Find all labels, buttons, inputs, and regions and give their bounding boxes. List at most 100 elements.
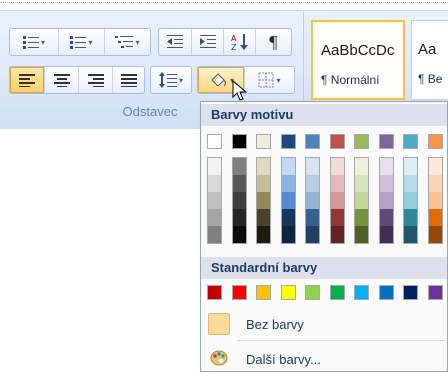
theme-shade-swatch[interactable] — [282, 175, 295, 192]
theme-shade-swatch[interactable] — [429, 175, 442, 192]
theme-shade-swatch[interactable] — [380, 175, 393, 192]
style-sample: Aa — [418, 41, 437, 58]
chevron-down-icon[interactable]: ▾ — [179, 76, 183, 85]
theme-color-swatch[interactable] — [207, 134, 222, 149]
theme-color-swatch[interactable] — [428, 134, 443, 149]
style-no-spacing[interactable]: Aa ¶ Be — [411, 20, 448, 100]
theme-shade-swatch[interactable] — [282, 209, 295, 226]
theme-shade-swatch[interactable] — [306, 175, 319, 192]
theme-color-swatch[interactable] — [330, 134, 345, 149]
numbering-button[interactable]: ▾ — [58, 29, 104, 55]
theme-shade-swatch[interactable] — [355, 158, 368, 175]
line-spacing-icon — [158, 72, 177, 88]
theme-shade-swatch[interactable] — [233, 226, 246, 243]
theme-shade-swatch[interactable] — [355, 175, 368, 192]
standard-color-swatch[interactable] — [305, 285, 320, 300]
more-colors-item[interactable]: Další barvy... — [202, 344, 447, 372]
theme-color-swatch[interactable] — [379, 134, 394, 149]
standard-color-swatch[interactable] — [354, 285, 369, 300]
theme-shade-swatch[interactable] — [355, 209, 368, 226]
theme-color-swatch[interactable] — [403, 134, 418, 149]
theme-shade-swatch[interactable] — [282, 226, 295, 243]
theme-shade-swatch[interactable] — [380, 209, 393, 226]
no-color-item[interactable]: Bez barvy — [202, 310, 447, 338]
theme-shade-swatch[interactable] — [331, 226, 344, 243]
theme-shade-swatch[interactable] — [257, 209, 270, 226]
borders-button[interactable]: ▾ — [244, 67, 294, 93]
standard-color-swatch[interactable] — [256, 285, 271, 300]
theme-shade-swatch[interactable] — [404, 175, 417, 192]
theme-shade-swatch[interactable] — [282, 158, 295, 175]
theme-shade-swatch[interactable] — [380, 226, 393, 243]
theme-shade-swatch[interactable] — [233, 158, 246, 175]
theme-color-swatch[interactable] — [354, 134, 369, 149]
theme-shade-swatch[interactable] — [306, 209, 319, 226]
bullets-button[interactable]: ▾ — [10, 29, 58, 55]
theme-shade-column — [207, 157, 222, 244]
theme-shade-swatch[interactable] — [306, 158, 319, 175]
decrease-indent-button[interactable] — [159, 29, 191, 55]
theme-shade-swatch[interactable] — [331, 158, 344, 175]
chevron-down-icon[interactable]: ▾ — [41, 38, 45, 47]
theme-color-swatch[interactable] — [232, 134, 247, 149]
theme-shade-swatch[interactable] — [404, 209, 417, 226]
theme-shade-swatch[interactable] — [429, 158, 442, 175]
line-spacing-button[interactable]: ▾ — [151, 67, 191, 93]
theme-shade-swatch[interactable] — [208, 175, 221, 192]
theme-shade-swatch[interactable] — [380, 192, 393, 209]
style-sample: AaBbCcDc — [321, 42, 395, 59]
theme-shade-swatch[interactable] — [257, 158, 270, 175]
increase-indent-button[interactable] — [191, 29, 223, 55]
theme-shade-swatch[interactable] — [429, 192, 442, 209]
style-normal[interactable]: AaBbCcDc ¶ Normální — [311, 20, 405, 100]
theme-shade-swatch[interactable] — [233, 175, 246, 192]
theme-shade-swatch[interactable] — [331, 209, 344, 226]
theme-shade-swatch[interactable] — [355, 226, 368, 243]
borders-icon — [258, 72, 274, 88]
theme-shade-swatch[interactable] — [404, 226, 417, 243]
theme-shade-swatch[interactable] — [429, 209, 442, 226]
standard-color-swatch[interactable] — [207, 285, 222, 300]
style-name: ¶ Be — [418, 72, 443, 86]
numbering-icon — [70, 36, 87, 49]
theme-shade-swatch[interactable] — [429, 226, 442, 243]
align-center-button[interactable] — [44, 67, 78, 93]
theme-shade-swatch[interactable] — [257, 192, 270, 209]
theme-shade-swatch[interactable] — [404, 192, 417, 209]
theme-shade-swatch[interactable] — [257, 226, 270, 243]
theme-shade-swatch[interactable] — [208, 209, 221, 226]
standard-color-swatch[interactable] — [232, 285, 247, 300]
theme-color-swatch[interactable] — [305, 134, 320, 149]
theme-shade-swatch[interactable] — [404, 158, 417, 175]
theme-color-swatch[interactable] — [256, 134, 271, 149]
theme-shade-swatch[interactable] — [306, 226, 319, 243]
sort-button[interactable]: AZ — [223, 29, 255, 55]
theme-shade-swatch[interactable] — [331, 192, 344, 209]
theme-shade-swatch[interactable] — [306, 192, 319, 209]
multilevel-list-button[interactable]: ▾ — [104, 29, 150, 55]
chevron-down-icon[interactable]: ▾ — [135, 38, 139, 47]
standard-color-swatch[interactable] — [403, 285, 418, 300]
justify-button[interactable] — [112, 67, 144, 93]
standard-color-swatch[interactable] — [379, 285, 394, 300]
justify-icon — [120, 74, 137, 87]
align-right-button[interactable] — [78, 67, 112, 93]
theme-color-swatch[interactable] — [281, 134, 296, 149]
theme-shade-swatch[interactable] — [233, 192, 246, 209]
theme-shade-swatch[interactable] — [331, 175, 344, 192]
theme-shade-swatch[interactable] — [208, 192, 221, 209]
theme-shade-swatch[interactable] — [282, 192, 295, 209]
standard-color-swatch[interactable] — [330, 285, 345, 300]
align-left-button[interactable] — [10, 67, 44, 93]
theme-shade-swatch[interactable] — [208, 226, 221, 243]
chevron-down-icon[interactable]: ▾ — [88, 38, 92, 47]
theme-shade-swatch[interactable] — [355, 192, 368, 209]
theme-shade-swatch[interactable] — [208, 158, 221, 175]
theme-shade-swatch[interactable] — [233, 209, 246, 226]
show-formatting-button[interactable]: ¶ — [255, 29, 291, 55]
standard-color-swatch[interactable] — [281, 285, 296, 300]
theme-shade-swatch[interactable] — [257, 175, 270, 192]
theme-shade-swatch[interactable] — [380, 158, 393, 175]
standard-color-swatch[interactable] — [428, 285, 443, 300]
chevron-down-icon[interactable]: ▾ — [276, 76, 280, 85]
